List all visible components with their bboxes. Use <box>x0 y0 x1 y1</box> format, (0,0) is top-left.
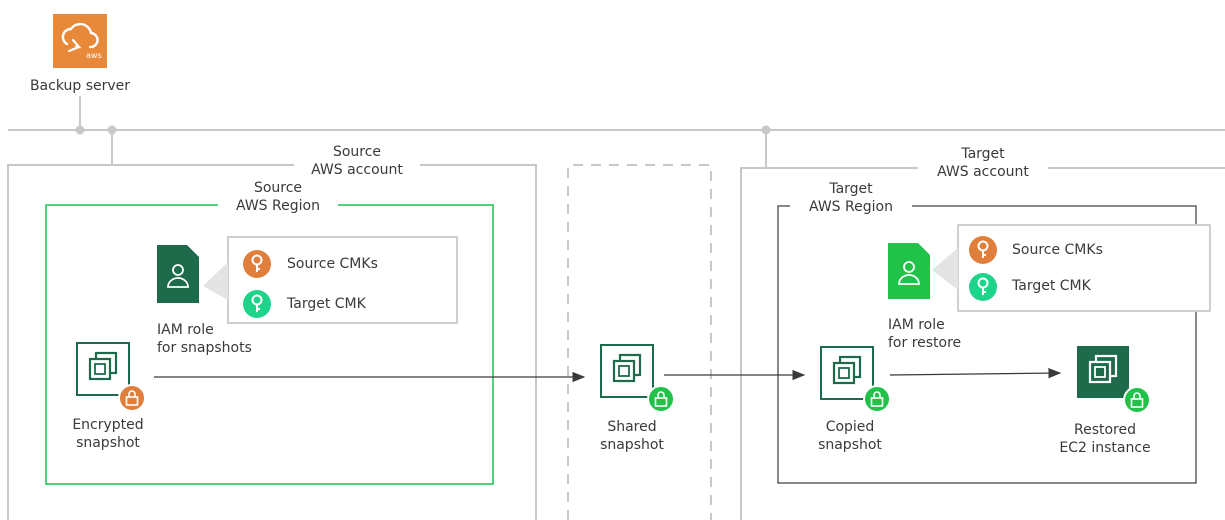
restored-ec2-instance-label: Restored EC2 instance <box>1050 421 1160 457</box>
bus-node <box>107 125 117 135</box>
target-panel-source-cmks-label: Source CMKs <box>1012 242 1103 258</box>
source-account-title: Source AWS account <box>294 143 420 179</box>
source-region-title-line2: AWS Region <box>236 198 320 214</box>
restored-ec2-instance-icon[interactable] <box>1076 345 1152 415</box>
iam-role-restore-line1: IAM role <box>888 317 945 333</box>
copied-snapshot-icon[interactable] <box>820 346 894 416</box>
target-account-title-line2: AWS account <box>937 164 1029 180</box>
source-cmk-key-icon <box>243 250 271 278</box>
target-region-title-line2: AWS Region <box>809 199 893 215</box>
iam-role-restore-line2: for restore <box>888 335 962 351</box>
encrypted-snapshot-line2: snapshot <box>76 435 140 451</box>
arrow-copied-to-restored <box>889 367 1062 379</box>
target-region-title: Target AWS Region <box>790 180 912 216</box>
iam-role-snapshots-label: IAM role for snapshots <box>157 321 252 357</box>
source-account-title-line2: AWS account <box>311 162 403 178</box>
target-account-frame <box>740 167 1225 520</box>
bus-node <box>75 125 85 135</box>
copied-snapshot-label: Copied snapshot <box>800 418 900 454</box>
encrypted-snapshot-icon[interactable] <box>76 342 146 412</box>
encrypted-snapshot-label: Encrypted snapshot <box>58 416 158 452</box>
target-keys-pointer <box>932 248 958 290</box>
target-region-title-line1: Target <box>829 181 873 197</box>
source-region-title-line1: Source <box>253 180 303 196</box>
iam-role-snapshots-line2: for snapshots <box>157 340 252 356</box>
restored-ec2-instance-line2: EC2 instance <box>1059 440 1151 456</box>
bus-node <box>761 125 771 135</box>
shared-snapshot-line1: Shared <box>607 419 657 435</box>
target-cmk-label: Target CMK <box>287 296 366 312</box>
source-region-title: Source AWS Region <box>218 179 338 215</box>
iam-role-snapshots-line1: IAM role <box>157 322 214 338</box>
shared-area-frame <box>567 164 712 520</box>
encrypted-snapshot-line1: Encrypted <box>72 417 144 433</box>
backup-server-label: Backup server <box>29 78 131 94</box>
iam-role-snapshots-icon[interactable] <box>157 245 199 303</box>
restored-ec2-instance-line1: Restored <box>1073 422 1136 438</box>
shared-snapshot-icon[interactable] <box>600 344 676 414</box>
shared-snapshot-label: Shared snapshot <box>582 418 682 454</box>
source-cmk-key-icon <box>969 236 997 264</box>
iam-role-restore-label: IAM role for restore <box>888 316 961 352</box>
target-account-title: Target AWS account <box>918 145 1048 181</box>
copied-snapshot-line2: snapshot <box>818 437 882 453</box>
aws-logo-text: aws <box>86 51 102 60</box>
source-cmks-label: Source CMKs <box>287 256 378 272</box>
target-panel-target-cmk-label: Target CMK <box>1012 278 1091 294</box>
copied-snapshot-line1: Copied <box>825 419 875 435</box>
target-cmk-key-icon <box>969 273 997 301</box>
iam-role-restore-icon[interactable] <box>888 243 930 299</box>
target-cmk-key-icon <box>243 290 271 318</box>
target-account-title-line1: Target <box>961 146 1005 162</box>
source-keys-pointer <box>203 262 228 300</box>
shared-snapshot-line2: snapshot <box>600 437 664 453</box>
backup-server-icon[interactable]: aws <box>53 14 107 68</box>
source-account-title-line1: Source <box>332 144 382 160</box>
